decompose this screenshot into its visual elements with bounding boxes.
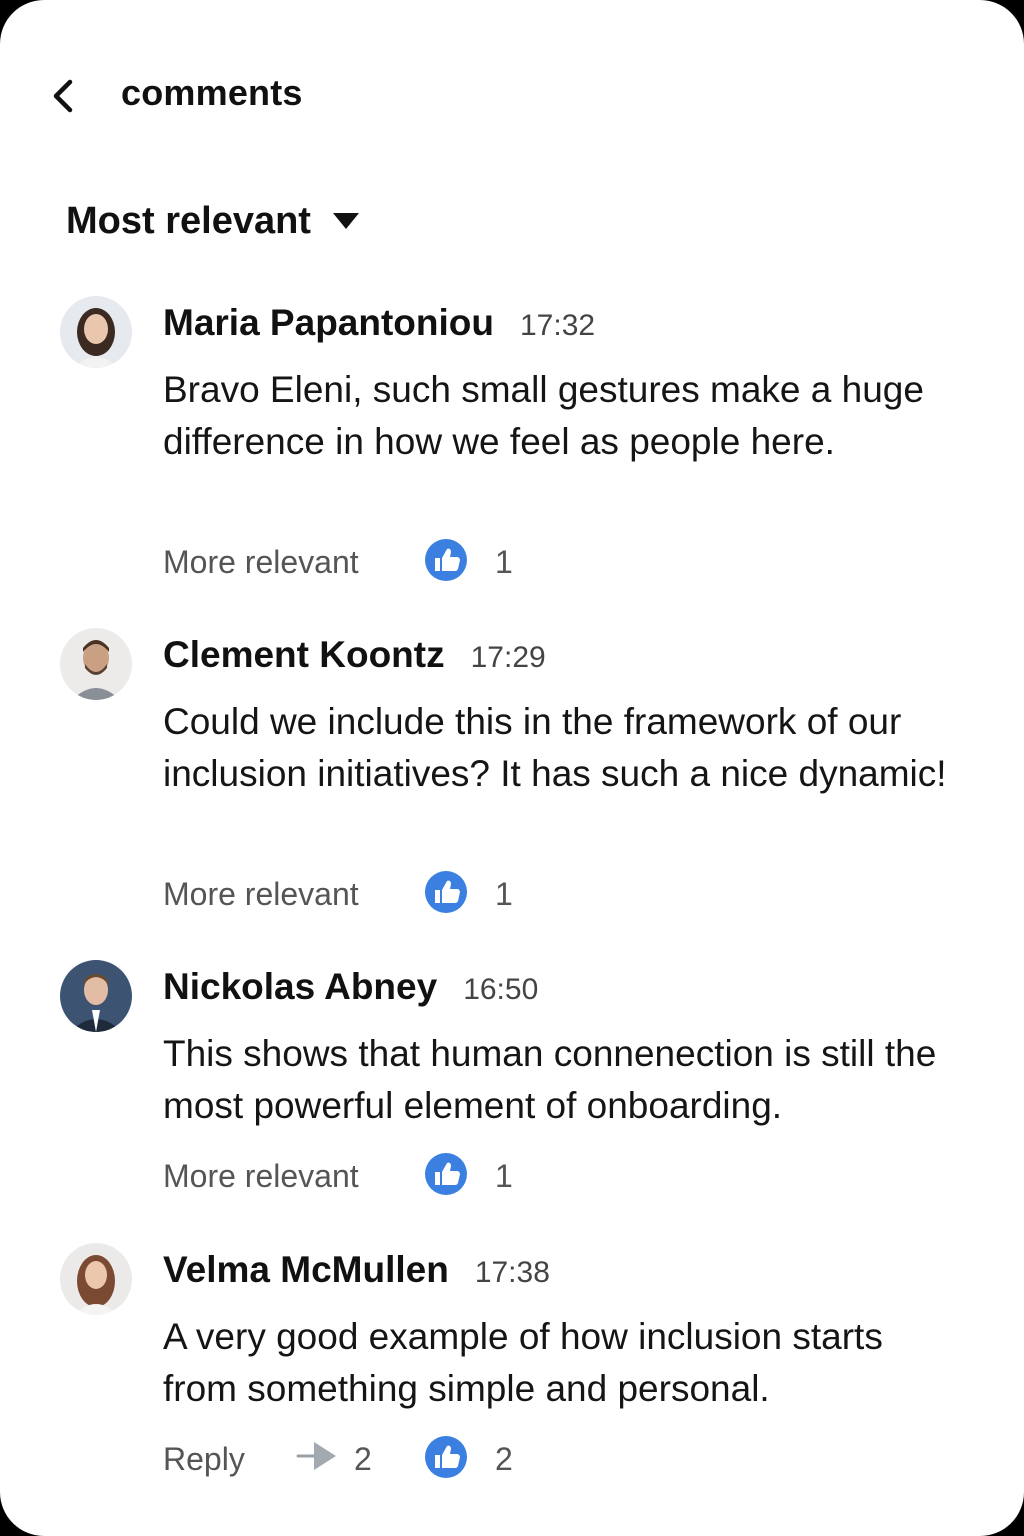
chevron-left-icon[interactable] [44,76,84,116]
comments-screen: comments Most relevant Maria Papantoniou… [0,0,1024,1536]
thumbs-up-icon[interactable] [424,1435,468,1479]
thumbs-up-icon[interactable] [424,1152,468,1196]
author-name[interactable]: Maria Papantoniou [163,302,494,344]
reply-arrow-icon[interactable] [296,1439,338,1473]
comment-header: Velma McMullen 17:38 [163,1249,550,1291]
author-name[interactable]: Nickolas Abney [163,966,437,1008]
reply-link[interactable]: Reply [163,1441,245,1478]
comment-time: 17:29 [470,641,546,674]
page-title: comments [121,72,303,113]
caret-down-icon [332,213,359,229]
sort-dropdown[interactable]: Most relevant [66,196,359,246]
comment-text: Could we include this in the framework o… [163,701,947,794]
comment-time: 17:32 [519,309,596,342]
comment-header: Maria Papantoniou 17:32 [163,302,595,344]
avatar[interactable] [60,1243,132,1315]
more-relevant-link[interactable]: More relevant [163,1158,359,1195]
comment-actions: More relevant 1 [163,536,963,584]
author-name[interactable]: Clement Koontz [163,634,445,676]
avatar[interactable] [60,960,132,1032]
comment-actions: More relevant 1 [163,1150,963,1198]
thumbs-up-icon[interactable] [424,538,468,582]
more-relevant-link[interactable]: More relevant [163,544,359,581]
avatar[interactable] [60,296,132,368]
like-count: 1 [495,1158,513,1194]
comment-header: Clement Koontz 17:29 [163,634,546,676]
header: comments [0,60,1024,130]
like-count: 1 [495,876,513,912]
comment-actions: More relevant 1 [163,868,963,916]
avatar[interactable] [60,628,132,700]
reply-count: 2 [354,1441,372,1477]
comment-actions: Reply 2 2 [163,1433,963,1481]
comment-text: This shows that human connenection is st… [163,1033,937,1126]
sort-label: Most relevant [66,199,311,242]
like-count: 2 [495,1441,513,1477]
comment-text: Bravo Eleni, such small gestures make a … [163,369,924,462]
comment-time: 16:50 [463,973,539,1006]
thumbs-up-icon[interactable] [424,870,468,914]
more-relevant-link[interactable]: More relevant [163,876,359,913]
comment-header: Nickolas Abney 16:50 [163,966,538,1008]
comment-time: 17:38 [474,1256,550,1289]
like-count: 1 [495,544,513,580]
comment-text: A very good example of how inclusion sta… [163,1316,883,1409]
author-name[interactable]: Velma McMullen [163,1249,449,1291]
